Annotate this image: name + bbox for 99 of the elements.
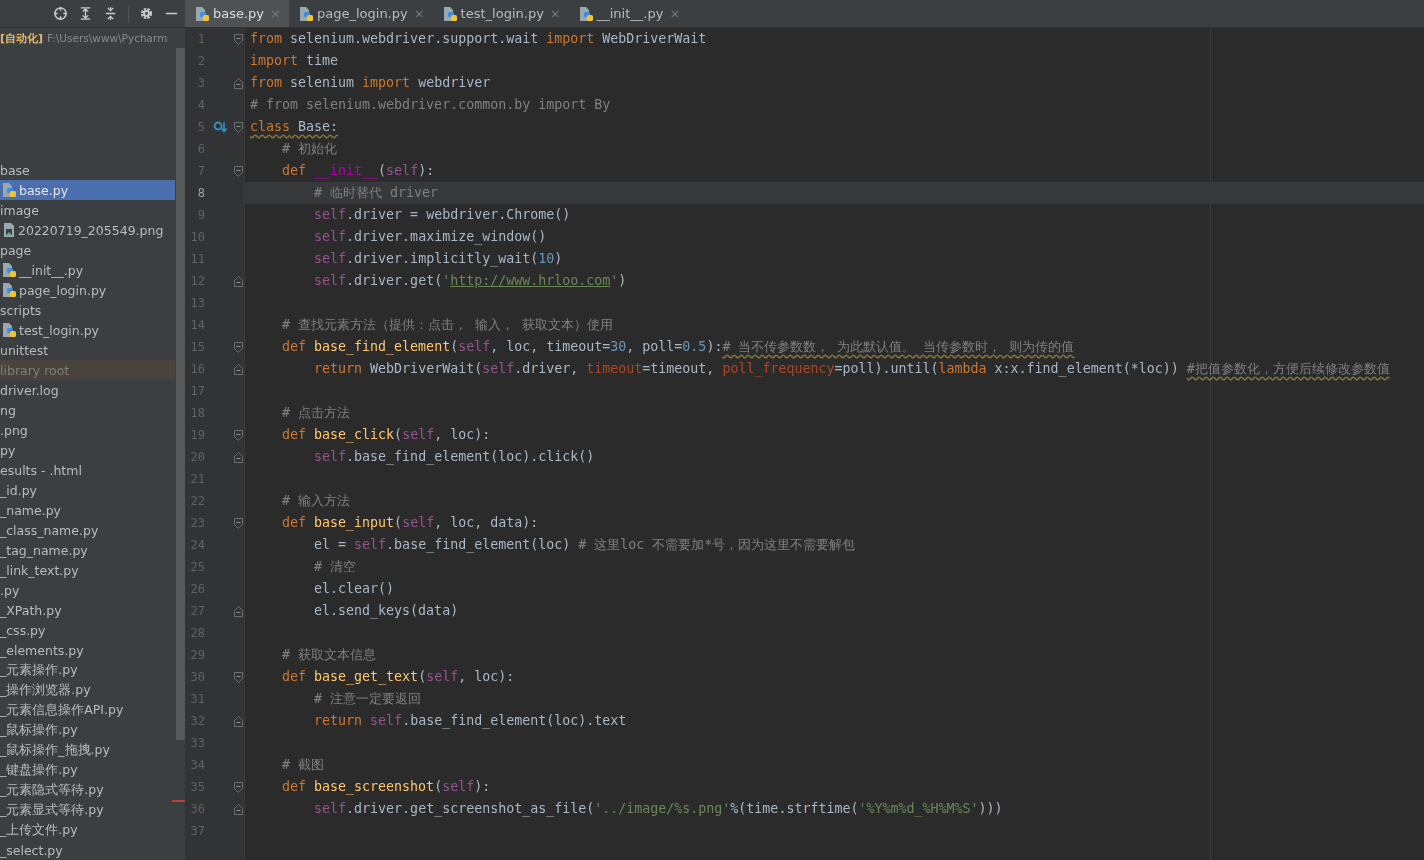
tree-item[interactable]: driver.log — [0, 380, 175, 400]
tree-item[interactable]: _name.py — [0, 500, 175, 520]
code-line: def base_get_text(self, loc): — [281, 668, 516, 687]
tree-item[interactable]: image — [0, 200, 175, 220]
tree-item[interactable]: .png — [0, 420, 175, 440]
tree-item[interactable]: 20220719_205549.png — [0, 220, 175, 240]
fold-icon[interactable] — [234, 121, 243, 133]
tree-item[interactable]: _elements.py — [0, 640, 175, 660]
fold-icon[interactable] — [234, 429, 243, 441]
tree-item[interactable]: ng — [0, 400, 175, 420]
tree-item[interactable]: _元素信息操作API.py — [0, 700, 175, 720]
code-line: self.driver.maximize_window() — [313, 228, 548, 247]
tree-item[interactable]: esults - .html — [0, 460, 175, 480]
expand-all-icon[interactable] — [78, 6, 93, 21]
editor-tab[interactable]: test_login.py × — [432, 0, 569, 27]
code-line: # 输入方法 — [281, 492, 352, 510]
locate-icon[interactable] — [53, 6, 68, 21]
tree-item[interactable]: base — [0, 160, 175, 180]
editor-tab[interactable]: page_login.py × — [289, 0, 433, 27]
code-line: el = self.base_find_element(loc) # 这里loc 不需要加*号，因为这里不需要解包 — [313, 536, 857, 555]
python-file-icon — [2, 282, 16, 298]
code-line: def __init__(self): — [281, 162, 436, 181]
tree-item[interactable]: _css.py — [0, 620, 175, 640]
fold-end-icon[interactable] — [234, 451, 243, 463]
tree-item[interactable]: page_login.py — [0, 280, 175, 300]
code-line: def base_click(self, loc): — [281, 426, 492, 445]
fold-icon[interactable] — [234, 33, 243, 45]
code-line: el.send_keys(data) — [313, 602, 460, 621]
tree-item[interactable]: _键盘操作.py — [0, 760, 175, 780]
python-file-icon — [299, 5, 313, 22]
python-file-icon — [442, 5, 457, 22]
code-line: import time — [249, 52, 340, 70]
scrollbar-thumb[interactable] — [176, 48, 185, 740]
python-file-icon — [578, 5, 593, 22]
code-line: # 清空 — [313, 558, 358, 576]
tree-item[interactable]: test_login.py — [0, 320, 175, 340]
tree-item[interactable]: _select.py — [0, 840, 175, 860]
fold-end-icon[interactable] — [234, 605, 243, 617]
tree-item[interactable]: base.py — [0, 180, 175, 200]
tree-item[interactable]: _class_name.py — [0, 520, 175, 540]
fold-icon[interactable] — [234, 781, 243, 793]
python-file-icon — [2, 322, 16, 338]
settings-icon[interactable] — [139, 6, 154, 21]
code-line: from selenium.webdriver.support.wait import WebDriverWait — [249, 30, 708, 48]
tree-item[interactable]: __init__.py — [0, 260, 175, 280]
tree-item[interactable]: scripts — [0, 300, 175, 320]
fold-end-icon[interactable] — [234, 803, 243, 815]
tree-item[interactable]: page — [0, 240, 175, 260]
code-line: from selenium import webdriver — [249, 74, 492, 92]
collapse-all-icon[interactable] — [103, 6, 118, 21]
python-file-icon — [2, 262, 16, 278]
tree-item[interactable]: _操作浏览器.py — [0, 680, 175, 700]
tree-item[interactable]: _鼠标操作.py — [0, 720, 175, 740]
fold-end-icon[interactable] — [234, 363, 243, 375]
code-line: self.driver.get_screenshot_as_file('../image/%s.png'%(time.strftime('%Y%m%d_%H%M%S'))) — [313, 800, 1004, 819]
code-line: def base_input(self, loc, data): — [281, 514, 540, 533]
editor-tab[interactable]: __init__.py × — [568, 0, 689, 27]
tree-item[interactable]: _上传文件.py — [0, 820, 175, 840]
code-line: self.driver.implicitly_wait(10) — [313, 250, 564, 269]
tree-item[interactable]: py — [0, 440, 175, 460]
code-line: # from selenium.webdriver.common.by import By — [249, 96, 612, 114]
tree-item[interactable]: _元素操作.py — [0, 660, 175, 680]
code-line: class Base: — [249, 118, 340, 136]
tree-item[interactable]: unittest — [0, 340, 175, 360]
override-marker-icon[interactable] — [212, 120, 227, 134]
code-line: # 点击方法 — [281, 404, 352, 422]
code-line: return self.base_find_element(loc).text — [313, 712, 628, 731]
code-line: # 初始化 — [281, 140, 339, 158]
tree-item[interactable]: .py — [0, 580, 175, 600]
python-file-icon — [195, 5, 209, 22]
fold-end-icon[interactable] — [234, 715, 243, 727]
code-line: # 截图 — [281, 756, 326, 774]
fold-icon[interactable] — [234, 341, 243, 353]
code-line: el.clear() — [313, 580, 396, 598]
project-path: F:\Users\www\Pycharm — [47, 32, 168, 44]
tree-item[interactable]: _link_text.py — [0, 560, 175, 580]
code-line: # 查找元素方法（提供：点击， 输入， 获取文本）使用 — [281, 316, 615, 334]
code-line: # 获取文本信息 — [281, 646, 378, 664]
code-line: self.driver = webdriver.Chrome() — [313, 206, 572, 224]
project-name[interactable]: [自动化] — [0, 30, 44, 46]
line-number: 8 — [196, 186, 205, 200]
tree-item[interactable]: _元素隐式等待.py — [0, 780, 175, 800]
code-line: def base_find_element(self, loc, timeout=30, poll=0.5):# 当不传参数数， 为此默认值。 当传参数时， 则为传的值 — [281, 338, 1076, 357]
fold-icon[interactable] — [234, 671, 243, 683]
tree-item[interactable]: _元素显式等待.py — [0, 800, 175, 820]
code-line: self.base_find_element(loc).click() — [313, 448, 596, 467]
fold-icon[interactable] — [234, 517, 243, 529]
code-line: def base_screenshot(self): — [281, 778, 492, 797]
code-line: return WebDriverWait(self.driver, timeout=timeout, poll_frequency=poll).until(lambda x:x.find_element(*loc)) #把值参数化，方便后续修改参数值 — [313, 360, 1391, 379]
editor-tab[interactable]: base.py × — [185, 0, 289, 27]
tree-item[interactable]: _tag_name.py — [0, 540, 175, 560]
python-file-icon — [2, 182, 16, 198]
fold-end-icon[interactable] — [234, 275, 243, 287]
tree-item[interactable]: _id.py — [0, 480, 175, 500]
fold-icon[interactable] — [234, 165, 243, 177]
fold-end-icon[interactable] — [234, 77, 243, 89]
tree-item[interactable]: _鼠标操作_拖拽.py — [0, 740, 175, 760]
tree-item[interactable]: _XPath.py — [0, 600, 175, 620]
code-line: self.driver.get('http://www.hrloo.com') — [313, 272, 628, 290]
